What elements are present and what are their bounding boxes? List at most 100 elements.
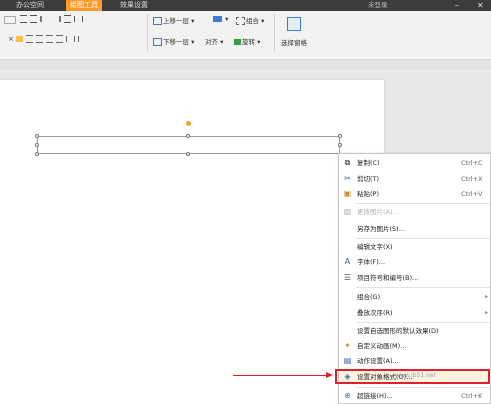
paste-icon: ▣ [343,189,352,198]
resize-handle[interactable] [186,134,190,138]
align-right-icon[interactable] [36,35,44,43]
rotate-button[interactable]: 旋转 ▾ [234,36,260,46]
menu-item-label: 组合(G) [357,293,381,301]
menu-item-edit-text[interactable]: 编辑文字(X) [339,240,491,254]
outdent-icon[interactable] [40,16,49,22]
menu-item-label: 叠放次序(R) [357,309,393,317]
send-backward-button[interactable]: 下移一层 ▾ [153,36,194,46]
rotation-handle[interactable] [186,121,191,126]
selection-pane-button[interactable]: 选择窗格 [278,17,310,47]
columns-icon[interactable] [74,16,84,22]
menu-item-paste[interactable]: ▣ 粘贴(P) Ctrl+V [339,187,491,201]
group-label: 组合 [246,17,259,25]
group-button[interactable]: 组合 ▾ [236,15,264,25]
rotate-label: 旋转 [242,38,255,46]
text-direction-icon[interactable] [66,36,76,42]
vertical-align-icon[interactable] [78,36,86,42]
font-size-control[interactable] [4,16,17,24]
title-bar: 办公空间 绘图工具 效果设置 未登录 – ✕ [0,0,491,11]
menu-item-font[interactable]: A 字体(F)... [339,255,491,269]
chevron-right-icon: ▸ [485,309,489,316]
menu-item-shortcut: Ctrl+K [461,392,483,400]
menu-item-hyperlink[interactable]: ⊕ 超链接(H)... Ctrl+K [339,389,491,403]
menu-item-label: 自定义动画(M)... [357,342,407,350]
align-group[interactable]: × [8,35,87,43]
menu-separator [356,387,490,388]
resize-handle[interactable] [35,134,39,138]
close-button[interactable]: ✕ [477,0,484,11]
action-icon: ▤ [343,356,352,365]
rotate-icon [234,39,241,45]
tab-effect-settings[interactable]: 效果设置 [116,0,152,11]
menu-item-shortcut: Ctrl+X [461,175,483,183]
bullet-list-icon: ☰ [343,273,352,282]
send-backward-label: 下移一层 [163,38,189,46]
menu-item-shortcut: Ctrl+V [461,190,483,198]
menu-item-label: 复制(C) [357,159,380,167]
bring-forward-button[interactable]: 上移一层 ▾ [153,15,194,25]
chevron-right-icon: ▸ [485,293,489,300]
menu-item-custom-animation[interactable]: ✦ 自定义动画(M)... [339,339,491,353]
font-icon: A [344,257,351,266]
send-backward-icon [153,38,162,46]
align-center-icon[interactable] [26,35,34,43]
menu-item-cut[interactable]: ✂ 剪切(T) Ctrl+X [339,172,491,186]
scissors-icon: ✂ [344,174,351,183]
menu-item-label: 编辑文字(X) [357,243,393,251]
menu-item-label: 另存为图片(S)... [357,225,405,233]
menu-item-save-as-picture[interactable]: 另存为图片(S)... [339,222,491,236]
menu-item-label: 项目符号和编号(B)... [357,274,419,282]
picture-icon: ▨ [343,207,352,216]
animation-icon: ✦ [344,341,351,350]
line-spacing-icon[interactable] [64,15,72,23]
menu-item-set-default-effect[interactable]: 设置自选图形的默认效果(D) [339,324,491,338]
minimize-button[interactable]: – [455,0,459,11]
shape-fill-button[interactable]: ▾ [213,15,228,23]
annotation-arrow-head [326,372,333,378]
resize-handle[interactable] [35,152,39,156]
bring-forward-icon [153,17,162,25]
resize-handle[interactable] [338,143,342,147]
menu-item-copy[interactable]: ⧉ 复制(C) Ctrl+C [339,156,491,170]
menu-item-label: 粘贴(P) [357,190,379,198]
tab-drawing-tools[interactable]: 绘图工具 [66,0,102,11]
menu-item-order[interactable]: 叠放次序(R) ▸ [339,306,491,320]
resize-handle[interactable] [338,134,342,138]
annotation-arrow-line [233,375,327,376]
menu-separator [356,287,490,288]
menu-separator [356,322,490,323]
bullet-list-icon[interactable] [20,15,27,23]
menu-item-bullets-numbering[interactable]: ☰ 项目符号和编号(B)... [339,271,491,285]
ribbon-divider [274,14,275,52]
menu-item-change-picture: ▨ 更改图片(A)... [339,205,491,219]
menu-item-group[interactable]: 组合(G) ▸ [339,290,491,304]
tab-office-space[interactable]: 办公空间 [12,0,48,11]
indent-icon[interactable] [52,16,62,22]
resize-handle[interactable] [186,152,190,156]
menu-item-label: 超链接(H)... [357,392,393,400]
context-menu: ⧉ 复制(C) Ctrl+C ✂ 剪切(T) Ctrl+X ▣ 粘贴(P) Ct… [338,153,491,404]
copy-icon: ⧉ [344,158,351,167]
hyperlink-icon: ⊕ [344,391,351,400]
ribbon: × 上移一层 ▾ 下移一层 ▾ ▾ 对齐 ▾ 组合 ▾ 旋转 ▾ 选择窗格 [0,11,491,60]
menu-item-label: 设置自选图形的默认效果(D) [357,327,439,335]
group-icon [236,17,245,25]
menu-item-label: 动作设置(A)... [357,357,399,365]
align-button[interactable]: 对齐 ▾ [205,36,223,46]
menu-item-action-settings[interactable]: ▤ 动作设置(A)... [339,354,491,368]
ribbon-divider [147,14,148,52]
tab-strip [0,60,491,70]
number-list-icon[interactable] [30,15,38,23]
resize-handle[interactable] [35,143,39,147]
slide-page[interactable] [0,80,384,404]
justify-icon[interactable] [46,35,54,43]
menu-separator [356,238,490,239]
align-left-icon[interactable] [15,36,23,42]
align-label: 对齐 [205,38,218,46]
distribute-icon[interactable] [56,35,64,43]
login-status[interactable]: 未登录 [368,0,388,11]
list-format-group[interactable] [20,15,84,23]
selection-pane-label: 选择窗格 [281,39,307,47]
bring-forward-label: 上移一层 [163,17,189,25]
menu-item-label: 更改图片(A)... [357,208,399,216]
